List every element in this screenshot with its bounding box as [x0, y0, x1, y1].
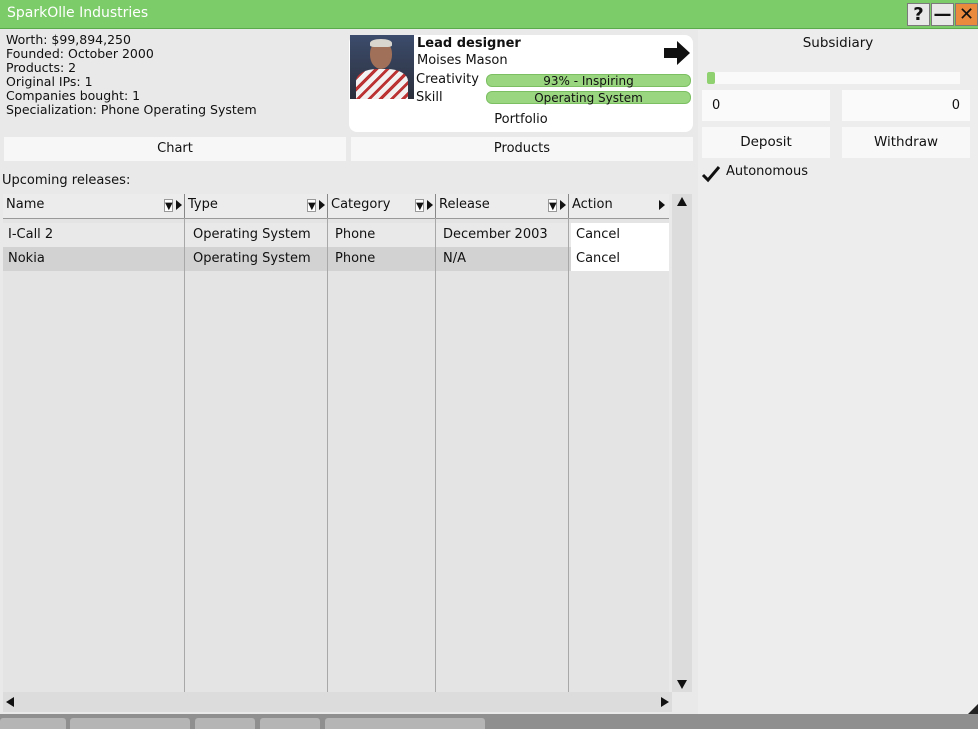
filter-icon[interactable]: ▼ [307, 199, 316, 212]
subsidiary-panel: Subsidiary 0 0 Deposit Withdraw Autonomo… [698, 30, 978, 714]
help-icon[interactable]: ? [907, 3, 930, 26]
column-header-label: Category [331, 197, 391, 212]
companies-bought-text: Companies bought: 1 [6, 88, 141, 103]
column-header-label: Name [6, 197, 45, 212]
lead-designer-card: Lead designer Moises Mason Creativity 93… [349, 35, 693, 132]
skill-value: Operating System [534, 91, 643, 105]
subsidiary-progress-bar [707, 72, 960, 84]
scroll-down-icon[interactable] [677, 680, 687, 689]
cell-release: December 2003 [443, 227, 548, 242]
sort-arrow-icon[interactable] [176, 200, 182, 210]
company-window: SparkOlle Industries ? — ✕ Worth: $99,89… [0, 0, 978, 714]
withdraw-button[interactable]: Withdraw [842, 127, 970, 158]
scroll-left-icon[interactable] [6, 697, 14, 707]
checkmark-icon[interactable] [701, 164, 721, 184]
designer-role: Lead designer [417, 36, 521, 51]
background-tab [260, 718, 320, 729]
column-header-action[interactable]: Action [569, 194, 669, 218]
background-tab [325, 718, 485, 729]
cell-name: I-Call 2 [8, 227, 54, 242]
sort-arrow-icon[interactable] [560, 200, 566, 210]
creativity-value: 93% - Inspiring [543, 74, 634, 88]
creativity-label: Creativity [416, 72, 479, 87]
skill-bar: Operating System [486, 91, 691, 104]
column-header-name[interactable]: Name ▼ [3, 194, 185, 218]
scroll-up-icon[interactable] [677, 197, 687, 206]
column-divider [327, 218, 328, 692]
resize-handle[interactable] [968, 704, 978, 714]
cell-release: N/A [443, 251, 466, 266]
column-header-type[interactable]: Type ▼ [185, 194, 328, 218]
table-row[interactable]: Nokia Operating System Phone N/A Cancel [3, 247, 669, 271]
column-header-release[interactable]: Release ▼ [436, 194, 569, 218]
products-button[interactable]: Products [351, 137, 693, 161]
column-header-label: Release [439, 197, 490, 212]
deposit-amount-field[interactable]: 0 [702, 90, 830, 121]
products-count-text: Products: 2 [6, 60, 77, 75]
scroll-right-icon[interactable] [661, 697, 669, 707]
designer-name: Moises Mason [417, 53, 508, 68]
subsidiary-progress-fill [707, 72, 715, 84]
skill-label: Skill [416, 90, 443, 105]
column-divider [184, 218, 185, 692]
title-bar[interactable]: SparkOlle Industries ? — ✕ [0, 0, 978, 29]
worth-text: Worth: $99,894,250 [6, 32, 131, 47]
upcoming-releases-heading: Upcoming releases: [2, 173, 131, 188]
withdraw-amount-field[interactable]: 0 [842, 90, 970, 121]
cancel-button[interactable]: Cancel [571, 247, 669, 271]
subsidiary-title: Subsidiary [802, 35, 874, 51]
cell-category: Phone [335, 227, 376, 242]
background-tab [70, 718, 190, 729]
sort-arrow-icon[interactable] [319, 200, 325, 210]
cell-type: Operating System [193, 227, 311, 242]
cell-category: Phone [335, 251, 376, 266]
cancel-button[interactable]: Cancel [571, 223, 669, 247]
table-header: Name ▼ Type ▼ Category ▼ Release ▼ Actio… [3, 194, 669, 219]
column-header-category[interactable]: Category ▼ [328, 194, 436, 218]
column-divider [568, 218, 569, 692]
column-header-label: Type [188, 197, 218, 212]
sort-arrow-icon[interactable] [659, 200, 665, 210]
cell-type: Operating System [193, 251, 311, 266]
column-header-label: Action [572, 197, 613, 212]
portfolio-button[interactable]: Portfolio [349, 112, 693, 127]
original-ips-text: Original IPs: 1 [6, 74, 93, 89]
upcoming-releases-table: Name ▼ Type ▼ Category ▼ Release ▼ Actio… [3, 194, 669, 692]
background-tab [195, 718, 255, 729]
founded-text: Founded: October 2000 [6, 46, 154, 61]
vertical-scrollbar[interactable] [672, 194, 692, 692]
arrow-right-icon[interactable] [662, 38, 692, 68]
avatar [350, 35, 414, 99]
filter-icon[interactable]: ▼ [548, 199, 557, 212]
deposit-button[interactable]: Deposit [702, 127, 830, 158]
close-icon[interactable]: ✕ [955, 3, 978, 26]
horizontal-scrollbar[interactable] [3, 692, 672, 712]
autonomous-label[interactable]: Autonomous [726, 164, 808, 179]
company-info: Worth: $99,894,250 Founded: October 2000… [6, 33, 257, 117]
cell-name: Nokia [8, 251, 45, 266]
filter-icon[interactable]: ▼ [164, 199, 173, 212]
creativity-bar: 93% - Inspiring [486, 74, 691, 87]
chart-button[interactable]: Chart [4, 137, 346, 161]
minimize-icon[interactable]: — [931, 3, 954, 26]
filter-icon[interactable]: ▼ [415, 199, 424, 212]
table-row[interactable]: I-Call 2 Operating System Phone December… [3, 223, 669, 247]
sort-arrow-icon[interactable] [427, 200, 433, 210]
background-tab [0, 718, 66, 729]
specialization-text: Specialization: Phone Operating System [6, 102, 257, 117]
window-title: SparkOlle Industries [7, 5, 149, 21]
column-divider [435, 218, 436, 692]
